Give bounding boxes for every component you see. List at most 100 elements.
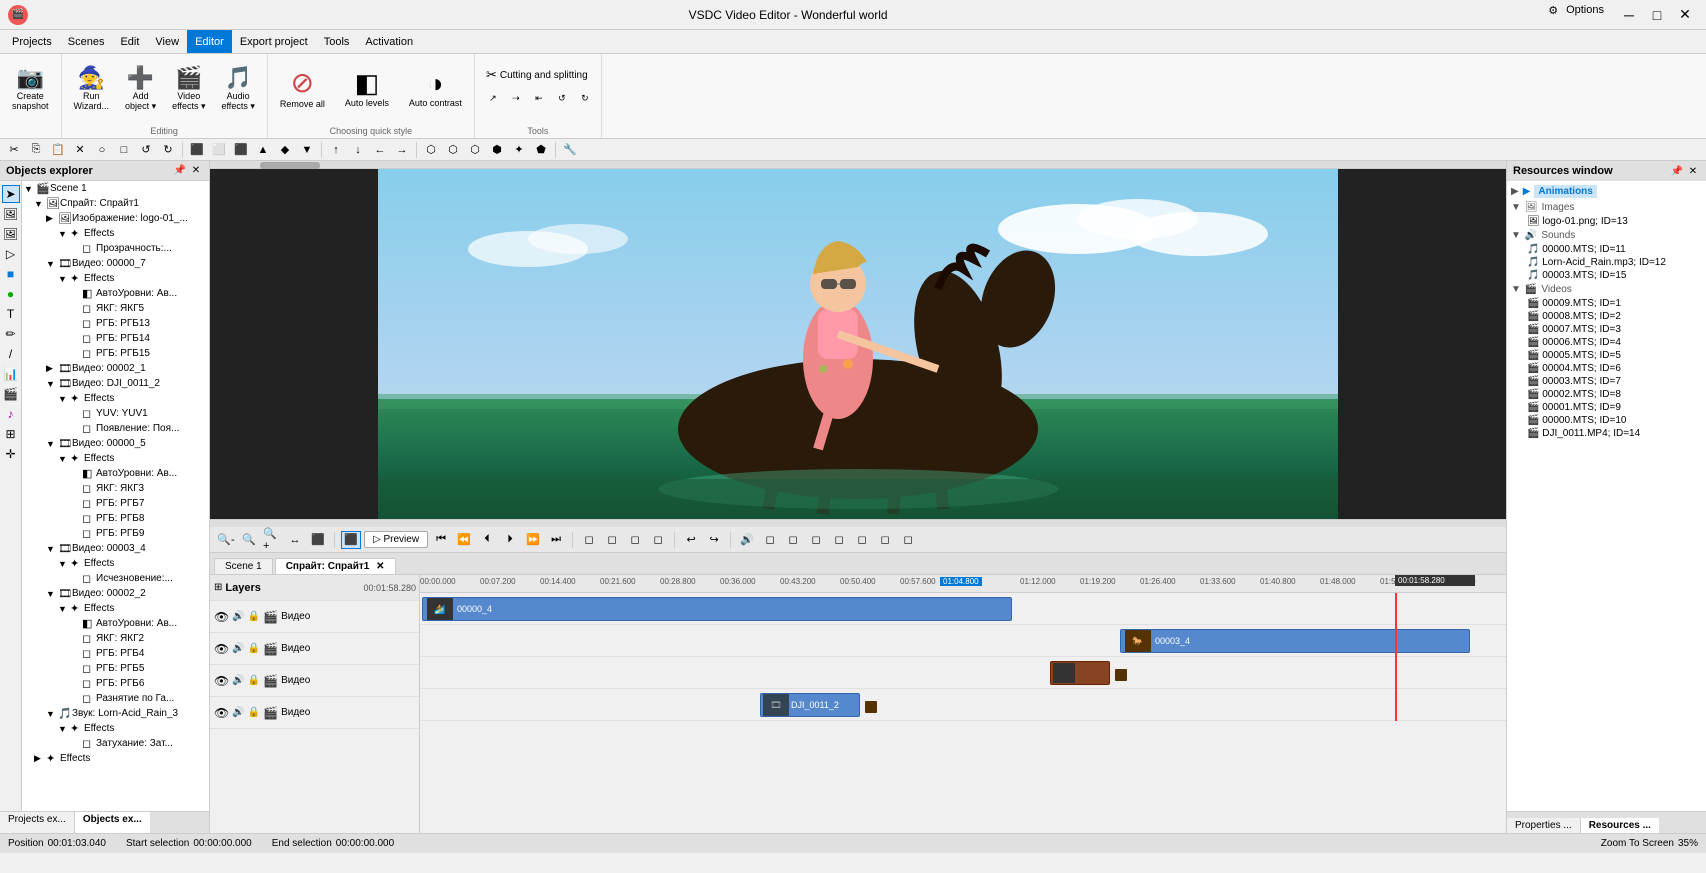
- clip-00003_4[interactable]: 🐎 00003_4: [1120, 629, 1470, 653]
- menu-item-editor[interactable]: Editor: [187, 30, 232, 53]
- tl-sel2[interactable]: ◻: [602, 531, 622, 549]
- res-vid-1[interactable]: 🎬 00009.MTS; ID=1: [1507, 297, 1706, 310]
- side-sprite-icon[interactable]: 🎬: [2, 385, 20, 403]
- tree-transparency[interactable]: ◻ Прозрачность:...: [22, 241, 209, 256]
- tree-effects-v22[interactable]: ▼ ✦ Effects: [22, 601, 209, 616]
- timeline-tab-sprite1[interactable]: Спрайт: Спрайт1 ✕: [275, 558, 396, 574]
- panel-close-button[interactable]: ✕: [189, 164, 203, 178]
- tree-rgb7[interactable]: ◻ РГБ: РГБ7: [22, 496, 209, 511]
- tree-yakg5[interactable]: ◻ ЯКГ: ЯКГ5: [22, 301, 209, 316]
- side-chart-icon[interactable]: 📊: [2, 365, 20, 383]
- clip-dji-main[interactable]: 🎞 DJI_0011_2: [760, 693, 860, 717]
- audio-effects-button[interactable]: 🎵 Audioeffects ▾: [215, 60, 260, 118]
- track-lock-btn-4[interactable]: 🔒: [248, 707, 260, 718]
- tb2-wrench[interactable]: 🔧: [560, 141, 580, 159]
- tb2-shape5[interactable]: ✦: [509, 141, 529, 159]
- tb2-cut[interactable]: ✂: [4, 141, 24, 159]
- tree-yakg3[interactable]: ◻ ЯКГ: ЯКГ3: [22, 481, 209, 496]
- tree-video-00003_4[interactable]: ▼ 🎞 Видео: 00003_4: [22, 541, 209, 556]
- menu-item-activation[interactable]: Activation: [357, 30, 421, 53]
- tl-m2[interactable]: ◻: [783, 531, 803, 549]
- cutting-splitting-button[interactable]: ✂ Cutting and splitting: [481, 64, 595, 86]
- preview-scrollbar-h[interactable]: [260, 162, 320, 169]
- projects-ex-tab[interactable]: Projects ex...: [0, 812, 75, 833]
- tree-effects-v7[interactable]: ▼ ✦ Effects: [22, 271, 209, 286]
- tree-yakg2[interactable]: ◻ ЯКГ: ЯКГ2: [22, 631, 209, 646]
- timeline-tab-scene1[interactable]: Scene 1: [214, 558, 273, 574]
- tb2-align-top[interactable]: ▲: [253, 141, 273, 159]
- res-section-sounds[interactable]: ▼ 🔊 Sounds: [1507, 228, 1706, 243]
- tb2-delete[interactable]: ✕: [70, 141, 90, 159]
- track-audio-btn-2[interactable]: 🔊: [232, 643, 244, 654]
- tl-step-back[interactable]: ⏴: [477, 531, 497, 549]
- tree-rgb4[interactable]: ◻ РГБ: РГБ4: [22, 646, 209, 661]
- res-close-btn[interactable]: ✕: [1686, 164, 1700, 178]
- tb2-move-right[interactable]: →: [392, 141, 412, 159]
- minimize-button[interactable]: ─: [1616, 4, 1642, 26]
- res-item-snd1[interactable]: 🎵 00000.MTS; ID=11: [1507, 243, 1706, 256]
- tb2-align-center[interactable]: ⬜: [209, 141, 229, 159]
- tree-scene1[interactable]: ▼ 🎬 Scene 1: [22, 181, 209, 196]
- tb2-align-left[interactable]: ⬛: [187, 141, 207, 159]
- tl-undo-tl[interactable]: ↩: [681, 531, 701, 549]
- add-object-button[interactable]: ➕ Addobject ▾: [119, 60, 162, 118]
- tree-sound-lorn[interactable]: ▼ 🎵 Звук: Lorn-Acid_Rain_3: [22, 706, 209, 721]
- menu-item-view[interactable]: View: [147, 30, 187, 53]
- tl-prev-frame[interactable]: ⏪: [454, 531, 474, 549]
- side-video-icon[interactable]: ▷: [2, 245, 20, 263]
- res-vid-10[interactable]: 🎬 00000.MTS; ID=10: [1507, 414, 1706, 427]
- tl-redo-tl[interactable]: ↪: [704, 531, 724, 549]
- menu-item-projects[interactable]: Projects: [4, 30, 60, 53]
- track-vis-btn-3[interactable]: 👁: [214, 674, 229, 688]
- res-item-logo[interactable]: 🖼 logo-01.png; ID=13: [1507, 215, 1706, 228]
- resources-tab[interactable]: Resources ...: [1581, 818, 1659, 833]
- properties-tab[interactable]: Properties ...: [1507, 818, 1581, 833]
- side-arrow-icon[interactable]: ➤: [2, 185, 20, 203]
- res-vid-5[interactable]: 🎬 00005.MTS; ID=5: [1507, 349, 1706, 362]
- side-pen-icon[interactable]: ✏: [2, 325, 20, 343]
- side-line-icon[interactable]: /: [2, 345, 20, 363]
- res-pin-btn[interactable]: 📌: [1670, 164, 1684, 178]
- objects-ex-tab[interactable]: Objects ex...: [75, 812, 150, 833]
- track-vis-btn-1[interactable]: 👁: [214, 610, 229, 624]
- tl-step-fwd[interactable]: ⏵: [500, 531, 520, 549]
- tl-misc1[interactable]: ⬛: [308, 531, 328, 549]
- tree-logo-effects[interactable]: ▼ ✦ Effects: [22, 226, 209, 241]
- tl-sel4[interactable]: ◻: [648, 531, 668, 549]
- tree-appearance[interactable]: ◻ Появление: Поя...: [22, 421, 209, 436]
- tb2-move-left[interactable]: ←: [370, 141, 390, 159]
- track-lock-btn-1[interactable]: 🔒: [248, 611, 260, 622]
- res-section-videos[interactable]: ▼ 🎬 Videos: [1507, 282, 1706, 297]
- side-music-icon[interactable]: ♪: [2, 405, 20, 423]
- tl-m4[interactable]: ◻: [829, 531, 849, 549]
- tree-rgb9[interactable]: ◻ РГБ: РГБ9: [22, 526, 209, 541]
- tb2-align-middle[interactable]: ◆: [275, 141, 295, 159]
- clip-00000_4[interactable]: 🏄 00000_4: [422, 597, 1012, 621]
- side-grid-icon[interactable]: ⊞: [2, 425, 20, 443]
- maximize-button[interactable]: □: [1644, 4, 1670, 26]
- tree-logo-img[interactable]: ▶ 🖼 Изображение: logo-01_...: [22, 211, 209, 226]
- tree-rgb8[interactable]: ◻ РГБ: РГБ8: [22, 511, 209, 526]
- tree-rgb14[interactable]: ◻ РГБ: РГБ14: [22, 331, 209, 346]
- track-lock-btn-2[interactable]: 🔒: [248, 643, 260, 654]
- side-img-icon[interactable]: 🖼: [2, 225, 20, 243]
- video-effects-button[interactable]: 🎬 Videoeffects ▾: [166, 60, 211, 118]
- tool-btn-1[interactable]: ↗: [483, 89, 503, 107]
- tb2-rect[interactable]: □: [114, 141, 134, 159]
- track-lock-btn-3[interactable]: 🔒: [248, 675, 260, 686]
- track-vis-btn-2[interactable]: 👁: [214, 642, 229, 656]
- tb2-shape4[interactable]: ⬢: [487, 141, 507, 159]
- zoom-out-btn[interactable]: 🔍-: [216, 531, 236, 549]
- res-vid-6[interactable]: 🎬 00004.MTS; ID=6: [1507, 362, 1706, 375]
- tree-sprite1[interactable]: ▼ 🖼 Спрайт: Спрайт1: [22, 196, 209, 211]
- res-section-images[interactable]: ▼ 🖼 Images: [1507, 200, 1706, 215]
- tree-effects-snd[interactable]: ▼ ✦ Effects: [22, 721, 209, 736]
- tree-rgb5[interactable]: ◻ РГБ: РГБ5: [22, 661, 209, 676]
- res-section-animations[interactable]: ▶ ▶ Animations: [1507, 183, 1706, 200]
- menu-item-export-project[interactable]: Export project: [232, 30, 316, 53]
- tree-rgb6[interactable]: ◻ РГБ: РГБ6: [22, 676, 209, 691]
- close-button[interactable]: ✕: [1672, 4, 1698, 26]
- tab-sprite1-close[interactable]: ✕: [376, 561, 384, 572]
- tb2-shape2[interactable]: ⬡: [443, 141, 463, 159]
- res-vid-3[interactable]: 🎬 00007.MTS; ID=3: [1507, 323, 1706, 336]
